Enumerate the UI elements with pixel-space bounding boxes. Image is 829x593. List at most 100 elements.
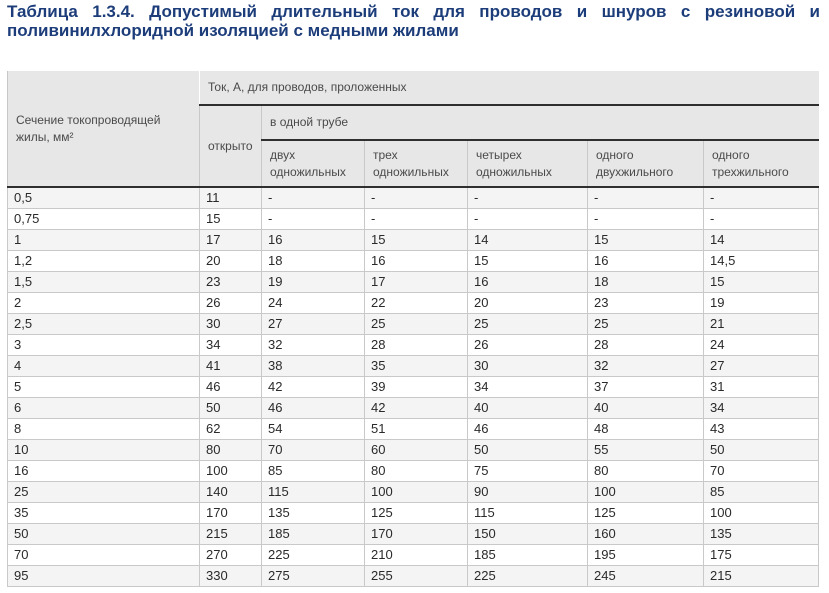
current-cell: 100 xyxy=(702,502,820,524)
tube-column-header: трех одножильных xyxy=(364,140,468,188)
current-cell: 43 xyxy=(702,418,820,440)
section-cell: 2 xyxy=(7,292,200,314)
section-cell: 1,5 xyxy=(7,271,200,293)
table-row: 16 100 85 80 75 80 70 xyxy=(7,460,820,482)
current-cell: 135 xyxy=(702,523,820,545)
current-cell: 14 xyxy=(467,229,588,251)
section-cell: 8 xyxy=(7,418,200,440)
current-cell: 25 xyxy=(467,313,588,335)
open-header: открыто xyxy=(199,105,262,188)
table-row: 3 34 32 28 26 28 24 xyxy=(7,334,820,356)
table-row: 35 170 135 125 115 125 100 xyxy=(7,502,820,524)
current-cell: 11 xyxy=(199,187,262,209)
current-cell: 32 xyxy=(261,334,365,356)
current-cell: 15 xyxy=(587,229,704,251)
current-cell: - xyxy=(467,208,588,230)
current-cell: 15 xyxy=(364,229,468,251)
current-cell: 42 xyxy=(261,376,365,398)
table-row: 5 46 42 39 34 37 31 xyxy=(7,376,820,398)
current-cell: 34 xyxy=(199,334,262,356)
current-cell: 39 xyxy=(364,376,468,398)
table-row: 0,75 15- - - - - xyxy=(7,208,820,230)
current-cell: 25 xyxy=(587,313,704,335)
current-cell: 60 xyxy=(364,439,468,461)
current-cell: 46 xyxy=(261,397,365,419)
current-cell: 27 xyxy=(261,313,365,335)
section-cell: 4 xyxy=(7,355,200,377)
current-cell: 38 xyxy=(261,355,365,377)
table-row: 50 215 185 170 150 160 135 xyxy=(7,523,820,545)
current-cell: 21 xyxy=(702,313,820,335)
current-cell: 15 xyxy=(199,208,262,230)
current-cell: 150 xyxy=(467,523,588,545)
current-cell: 55 xyxy=(587,439,704,461)
current-cell: 245 xyxy=(587,565,704,587)
current-cell: 46 xyxy=(199,376,262,398)
table-row: 10 80 70 60 50 55 50 xyxy=(7,439,820,461)
current-cell: 22 xyxy=(364,292,468,314)
section-cell: 50 xyxy=(7,523,200,545)
current-cell: 85 xyxy=(702,481,820,503)
current-cell: 14,5 xyxy=(702,250,820,272)
current-cell: 85 xyxy=(261,460,365,482)
current-cell: 100 xyxy=(364,481,468,503)
table-header: Сечение токопроводящей жилы, мм² Ток, А,… xyxy=(7,71,819,188)
current-cell: 115 xyxy=(467,502,588,524)
section-cell: 0,5 xyxy=(7,187,200,209)
table-row: 0,5 11- - - - - xyxy=(7,187,820,209)
current-cell: 23 xyxy=(199,271,262,293)
current-cell: 27 xyxy=(702,355,820,377)
current-header: Ток, А, для проводов, проложенных xyxy=(198,71,819,106)
current-cell: 18 xyxy=(587,271,704,293)
section-cell: 35 xyxy=(7,502,200,524)
current-cell: 125 xyxy=(587,502,704,524)
current-cell: 50 xyxy=(199,397,262,419)
current-cell: 26 xyxy=(199,292,262,314)
current-cell: - xyxy=(702,187,820,209)
current-cell: 225 xyxy=(467,565,588,587)
current-cell: 215 xyxy=(199,523,262,545)
tube-header: в одной трубе xyxy=(260,105,819,141)
current-cell: 24 xyxy=(702,334,820,356)
current-cell: 50 xyxy=(702,439,820,461)
current-cell: 16 xyxy=(261,229,365,251)
current-cell: 31 xyxy=(702,376,820,398)
current-cell: - xyxy=(364,208,468,230)
current-cell: 16 xyxy=(587,250,704,272)
table-row: 6 50 46 42 40 40 34 xyxy=(7,397,820,419)
current-cell: 19 xyxy=(702,292,820,314)
current-cell: 270 xyxy=(199,544,262,566)
current-cell: 34 xyxy=(467,376,588,398)
current-cell: 37 xyxy=(587,376,704,398)
current-cell: - xyxy=(261,208,365,230)
current-cell: 215 xyxy=(702,565,820,587)
current-cell: 125 xyxy=(364,502,468,524)
current-cell: - xyxy=(587,208,704,230)
table-row: 95 330 275 255 225 245 215 xyxy=(7,565,820,587)
current-cell: 40 xyxy=(587,397,704,419)
current-cell: 28 xyxy=(587,334,704,356)
table-row: 2 26 24 22 20 23 19 xyxy=(7,292,820,314)
current-cell: 41 xyxy=(199,355,262,377)
current-cell: 185 xyxy=(261,523,365,545)
current-cell: 14 xyxy=(702,229,820,251)
current-cell: 330 xyxy=(199,565,262,587)
table-body: 0,5 11- - - - -0,75 15- - - - -1 17 16 15 14 15 14 1,2 20 1… xyxy=(7,187,820,587)
section-cell: 95 xyxy=(7,565,200,587)
section-cell: 3 xyxy=(7,334,200,356)
current-cell: 275 xyxy=(261,565,365,587)
current-cell: 17 xyxy=(364,271,468,293)
current-cell: 24 xyxy=(261,292,365,314)
current-cell: 175 xyxy=(702,544,820,566)
current-cell: 30 xyxy=(199,313,262,335)
current-cell: 42 xyxy=(364,397,468,419)
current-cell: 195 xyxy=(587,544,704,566)
table-row: 25 140 115 100 90 100 85 xyxy=(7,481,820,503)
current-cell: 50 xyxy=(467,439,588,461)
table-row: 1,5 23 19 17 16 18 15 xyxy=(7,271,820,293)
section-cell: 0,75 xyxy=(7,208,200,230)
current-cell: 185 xyxy=(467,544,588,566)
current-cell: 28 xyxy=(364,334,468,356)
section-cell: 1,2 xyxy=(7,250,200,272)
current-cell: 15 xyxy=(467,250,588,272)
